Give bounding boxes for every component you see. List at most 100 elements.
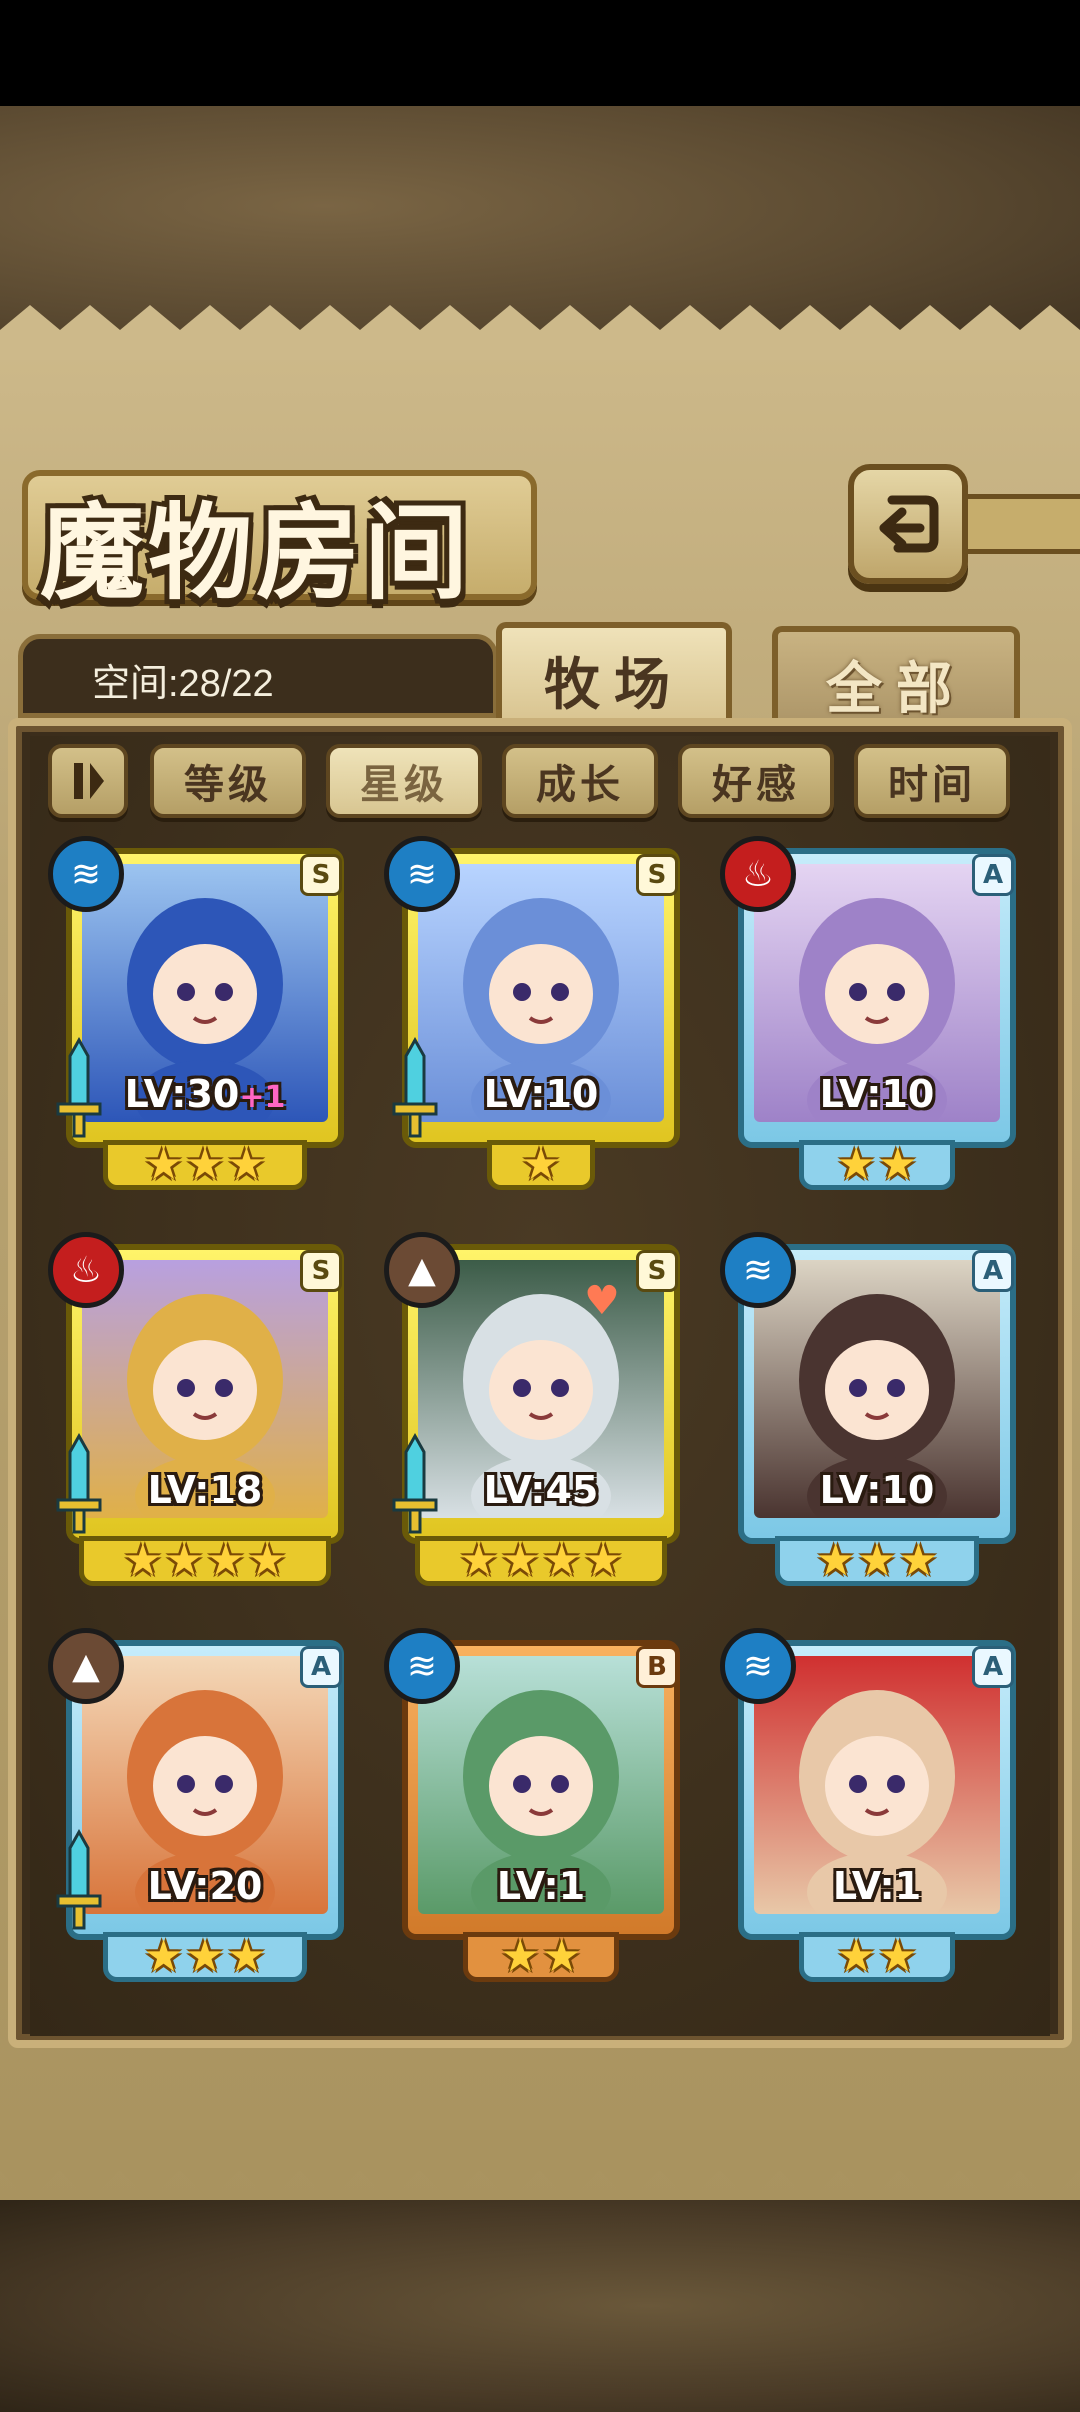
star-icon: ★ [542, 1535, 582, 1586]
star-icon: ★ [164, 1535, 204, 1586]
monster-level: LV:10 [754, 1468, 1000, 1512]
sort-star-button[interactable]: 星级 [326, 744, 482, 818]
return-arrow-icon [879, 495, 939, 553]
star-rating: ★ ★ ★ [103, 1140, 307, 1190]
water-element-icon: ≋ [720, 1232, 796, 1308]
monster-level-text: LV:1 [832, 1864, 922, 1908]
monster-card[interactable]: LV:10 ♨ A ★ ★ [720, 836, 1020, 1190]
star-rating: ★ ★ ★ ★ [415, 1536, 667, 1586]
star-rating: ★ ★ [463, 1932, 619, 1982]
sort-growth-label: 成长 [536, 761, 624, 808]
sword-icon [52, 1828, 106, 1938]
map-background-bottom [0, 2200, 1080, 2412]
star-rating: ★ ★ ★ ★ [79, 1536, 331, 1586]
sort-affection-button[interactable]: 好感 [678, 744, 834, 818]
monster-level: LV:10 [418, 1072, 664, 1116]
earth-element-icon: ▲ [384, 1232, 460, 1308]
star-icon: ★ [542, 1931, 582, 1982]
tab-ranch-label: 牧场 [544, 651, 684, 718]
monster-level-text: LV:45 [483, 1468, 599, 1512]
sword-icon [52, 1036, 106, 1146]
monster-card[interactable]: LV:1 ≋ B ★ ★ [384, 1628, 684, 1982]
monster-level-text: LV:20 [147, 1864, 263, 1908]
sort-growth-button[interactable]: 成长 [502, 744, 658, 818]
rank-badge: A [972, 854, 1014, 896]
sort-level-button[interactable]: 等级 [150, 744, 306, 818]
page-title: 魔物房间 [40, 491, 473, 614]
rank-badge: A [972, 1250, 1014, 1292]
sword-icon [52, 1432, 106, 1542]
monster-level: LV:10 [754, 1072, 1000, 1116]
level-bonus: +1 [239, 1080, 286, 1115]
water-element-icon: ≋ [384, 1628, 460, 1704]
star-icon: ★ [226, 1139, 267, 1190]
monster-level: LV:30+1 [82, 1072, 328, 1116]
monster-level: LV:20 [82, 1864, 328, 1908]
pause-button[interactable] [48, 744, 128, 818]
star-icon: ★ [226, 1931, 267, 1982]
monster-level-text: LV:10 [483, 1072, 599, 1116]
monster-level-text: LV:18 [147, 1468, 263, 1512]
monster-level-text: LV:1 [496, 1864, 586, 1908]
water-element-icon: ≋ [384, 836, 460, 912]
star-icon: ★ [878, 1931, 918, 1982]
monster-level-text: LV:10 [819, 1468, 935, 1512]
star-icon: ★ [815, 1535, 856, 1586]
monster-level: LV:1 [754, 1864, 1000, 1908]
rank-badge: S [300, 1250, 342, 1292]
heart-icon: ♥ [584, 1278, 620, 1324]
monster-card[interactable]: LV:45 ▲ S ♥ ★ ★ ★ ★ [384, 1232, 684, 1586]
sort-time-button[interactable]: 时间 [854, 744, 1010, 818]
monster-card[interactable]: LV:10 ≋ S ★ [384, 836, 684, 1190]
monster-level: LV:18 [82, 1468, 328, 1512]
rank-badge: A [300, 1646, 342, 1688]
star-icon: ★ [459, 1535, 499, 1586]
rank-badge: S [636, 1250, 678, 1292]
star-icon: ★ [878, 1139, 918, 1190]
star-icon: ★ [898, 1535, 939, 1586]
torn-edge-top [0, 305, 1080, 360]
monster-level: LV:45 [418, 1468, 664, 1512]
star-icon: ★ [123, 1535, 163, 1586]
star-rating: ★ ★ [799, 1140, 955, 1190]
fire-element-icon: ♨ [48, 1232, 124, 1308]
capacity-text: 空间:28/22 [92, 663, 274, 705]
star-icon: ★ [500, 1931, 540, 1982]
back-button[interactable] [848, 464, 968, 584]
torn-edge-bottom [0, 2130, 1080, 2200]
monster-card[interactable]: LV:18 ♨ S ★ ★ ★ ★ [48, 1232, 348, 1586]
star-icon: ★ [500, 1535, 540, 1586]
star-rating: ★ [487, 1140, 595, 1190]
monster-card[interactable]: LV:30+1 ≋ S ★ ★ ★ [48, 836, 348, 1190]
tab-all-label: 全部 [826, 655, 966, 722]
tab-ranch[interactable]: 牧场 [496, 622, 732, 732]
status-bar-area [0, 0, 1080, 106]
monster-level-text: LV:30 [124, 1072, 240, 1116]
water-element-icon: ≋ [48, 836, 124, 912]
sort-affection-label: 好感 [712, 761, 800, 808]
star-icon: ★ [836, 1139, 876, 1190]
star-icon: ★ [185, 1931, 225, 1982]
fire-element-icon: ♨ [720, 836, 796, 912]
pause-icon [74, 763, 104, 799]
monster-card[interactable]: LV:20 ▲ A ★ ★ ★ [48, 1628, 348, 1982]
monster-card[interactable]: LV:10 ≋ A ★ ★ ★ [720, 1232, 1020, 1586]
rank-badge: S [636, 854, 678, 896]
earth-element-icon: ▲ [48, 1628, 124, 1704]
star-icon: ★ [185, 1139, 225, 1190]
star-icon: ★ [836, 1931, 876, 1982]
star-rating: ★ ★ ★ [775, 1536, 979, 1586]
star-icon: ★ [521, 1139, 561, 1190]
sort-time-label: 时间 [888, 761, 976, 808]
sword-icon [388, 1036, 442, 1146]
star-rating: ★ ★ ★ [103, 1932, 307, 1982]
star-icon: ★ [143, 1139, 184, 1190]
star-icon: ★ [143, 1931, 184, 1982]
sort-level-label: 等级 [184, 761, 272, 808]
sort-star-label: 星级 [360, 761, 448, 808]
star-icon: ★ [583, 1535, 623, 1586]
star-rating: ★ ★ [799, 1932, 955, 1982]
rank-badge: A [972, 1646, 1014, 1688]
monster-card[interactable]: LV:1 ≋ A ★ ★ [720, 1628, 1020, 1982]
star-icon: ★ [857, 1535, 897, 1586]
